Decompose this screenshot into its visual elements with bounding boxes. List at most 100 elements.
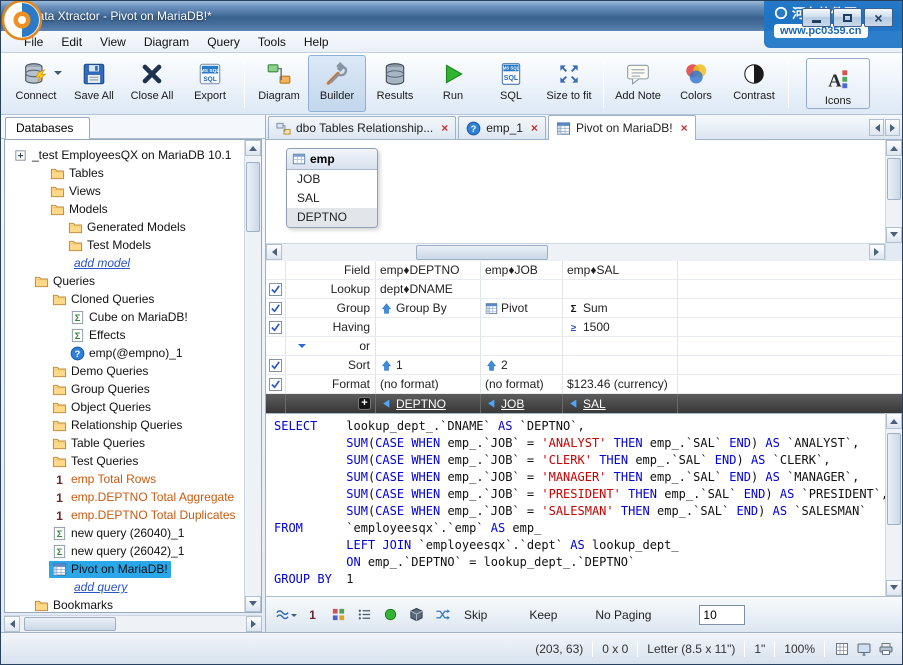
entity-header[interactable]: emp [287, 149, 377, 170]
scroll-down-button[interactable] [245, 596, 261, 612]
databases-tab[interactable]: Databases [5, 117, 90, 139]
builder-cell[interactable]: 1 [376, 356, 481, 374]
builder-column-header[interactable]: JOB [481, 394, 563, 413]
builder-column-header[interactable]: SAL [563, 394, 678, 413]
menu-query[interactable]: Query [198, 32, 249, 52]
checkbox-checked-icon[interactable] [269, 321, 282, 334]
scroll-left-button[interactable] [4, 616, 20, 632]
builder-cell[interactable]: emp♦SAL [563, 261, 678, 279]
tree-item-views[interactable]: Views [5, 182, 244, 200]
one-bar-button[interactable]: 1 [300, 605, 324, 625]
scroll-up-button[interactable] [886, 413, 902, 429]
builder-cell[interactable]: $123.46 (currency) [563, 375, 678, 393]
menu-edit[interactable]: Edit [52, 32, 91, 52]
tree-item-demo-queries[interactable]: Demo Queries [5, 362, 244, 380]
scrollbar-thumb[interactable] [24, 617, 116, 631]
tree-item-bookmarks[interactable]: Bookmarks [5, 596, 244, 612]
scroll-left-button[interactable] [266, 244, 282, 260]
approx-button[interactable] [274, 605, 298, 625]
builder-cell[interactable]: (no format) [481, 375, 563, 393]
tree-item-relationship-queries[interactable]: Relationship Queries [5, 416, 244, 434]
checkbox-checked-icon[interactable] [269, 359, 282, 372]
entity-emp[interactable]: emp JOBSALDEPTNO [286, 148, 378, 228]
builder-cell[interactable] [481, 318, 563, 336]
builder-cell[interactable] [481, 337, 563, 355]
tab-scroll-right-button[interactable] [885, 119, 900, 136]
builder-check-cell[interactable] [266, 280, 286, 298]
tree-item-emp-deptno-total-duplicates[interactable]: 1emp.DEPTNO Total Duplicates [5, 506, 244, 524]
tab-emp-1[interactable]: ?emp_1× [458, 116, 546, 139]
dropdown-caret-icon[interactable] [54, 71, 62, 79]
builder-cell[interactable]: Group By [376, 299, 481, 317]
tree-item-tables[interactable]: Tables [5, 164, 244, 182]
scrollbar-thumb[interactable] [416, 245, 548, 260]
keep-button[interactable]: Keep [529, 608, 557, 622]
group-dots-button[interactable] [326, 605, 350, 625]
printer-icon[interactable] [878, 641, 894, 657]
sql-vscrollbar[interactable] [885, 413, 902, 596]
diagram-hscrollbar[interactable] [266, 243, 885, 261]
dropdown-arrow-icon[interactable] [298, 344, 306, 352]
builder-cell[interactable]: dept♦DNAME [376, 280, 481, 298]
add-column-button[interactable]: + [358, 397, 371, 410]
tab-pivot-on-mariadb[interactable]: Pivot on MariaDB!× [548, 115, 696, 140]
builder-check-cell[interactable] [266, 318, 286, 336]
tree-item-add-query[interactable]: add query [5, 578, 244, 596]
tree-item-new-query-26040-1[interactable]: Σnew query (26040)_1 [5, 524, 244, 542]
builder-cell[interactable]: Pivot [481, 299, 563, 317]
tree-item-models[interactable]: Models [5, 200, 244, 218]
menu-view[interactable]: View [91, 32, 135, 52]
builder-cell[interactable]: (no format) [376, 375, 481, 393]
scrollbar-thumb[interactable] [887, 158, 901, 200]
shuffle-button[interactable] [430, 605, 454, 625]
contrast-button[interactable]: Contrast [725, 55, 783, 112]
tree-item-pivot-on-mariadb[interactable]: Pivot on MariaDB! [5, 560, 244, 578]
add-note-button[interactable]: Add Note [609, 55, 667, 112]
tree-item-group-queries[interactable]: Group Queries [5, 380, 244, 398]
save-all-button[interactable]: Save All [65, 55, 123, 112]
builder-cell[interactable] [563, 280, 678, 298]
tree-item-effects[interactable]: ΣEffects [5, 326, 244, 344]
tree-item-test-models[interactable]: Test Models [5, 236, 244, 254]
entity-field-sal[interactable]: SAL [287, 189, 377, 208]
builder-cell[interactable]: ≥1500 [563, 318, 678, 336]
scroll-right-button[interactable] [869, 244, 885, 260]
sql-button[interactable]: MS SQLSQLSQL [482, 55, 540, 112]
tree-item-emp-total-rows[interactable]: 1emp Total Rows [5, 470, 244, 488]
scroll-right-button[interactable] [246, 616, 262, 632]
builder-check-cell[interactable] [266, 261, 286, 279]
scrollbar-thumb[interactable] [246, 162, 260, 232]
tree-item-queries[interactable]: Queries [5, 272, 244, 290]
builder-column-header[interactable]: DEPTNO [376, 394, 481, 413]
list-button[interactable] [352, 605, 376, 625]
checkbox-checked-icon[interactable] [269, 283, 282, 296]
builder-cell[interactable]: emp♦JOB [481, 261, 563, 279]
builder-check-cell[interactable] [266, 299, 286, 317]
menu-diagram[interactable]: Diagram [135, 32, 198, 52]
skip-button[interactable]: Skip [464, 608, 487, 622]
tree-item-object-queries[interactable]: Object Queries [5, 398, 244, 416]
builder-check-cell[interactable] [266, 375, 286, 393]
tree-item-test-queries[interactable]: Test Queries [5, 452, 244, 470]
entity-field-job[interactable]: JOB [287, 170, 377, 189]
scroll-up-button[interactable] [245, 140, 261, 156]
tree-item-new-query-26042-1[interactable]: Σnew query (26042)_1 [5, 542, 244, 560]
size-to-fit-button[interactable]: Size to fit [540, 55, 598, 112]
monitor-icon[interactable] [856, 641, 872, 657]
tree-item-generated-models[interactable]: Generated Models [5, 218, 244, 236]
builder-cell[interactable] [481, 280, 563, 298]
tree-item-cube-on-mariadb[interactable]: ΣCube on MariaDB! [5, 308, 244, 326]
green-dot-button[interactable] [378, 605, 402, 625]
tree-item-add-model[interactable]: add model [5, 254, 244, 272]
scroll-up-button[interactable] [886, 140, 902, 156]
maximize-button[interactable] [833, 8, 862, 27]
builder-check-cell[interactable] [266, 337, 286, 355]
builder-button[interactable]: Builder [308, 55, 366, 112]
cube-button[interactable] [404, 605, 428, 625]
minimize-button[interactable] [802, 8, 831, 27]
scroll-down-button[interactable] [886, 227, 902, 243]
tree-item-emp-empno-1[interactable]: ?emp(@empno)_1 [5, 344, 244, 362]
close-all-button[interactable]: Close All [123, 55, 181, 112]
menu-help[interactable]: Help [295, 32, 338, 52]
tree-item-test-employeesqx-on-mariadb-10-1[interactable]: _test EmployeesQX on MariaDB 10.1 [5, 146, 244, 164]
